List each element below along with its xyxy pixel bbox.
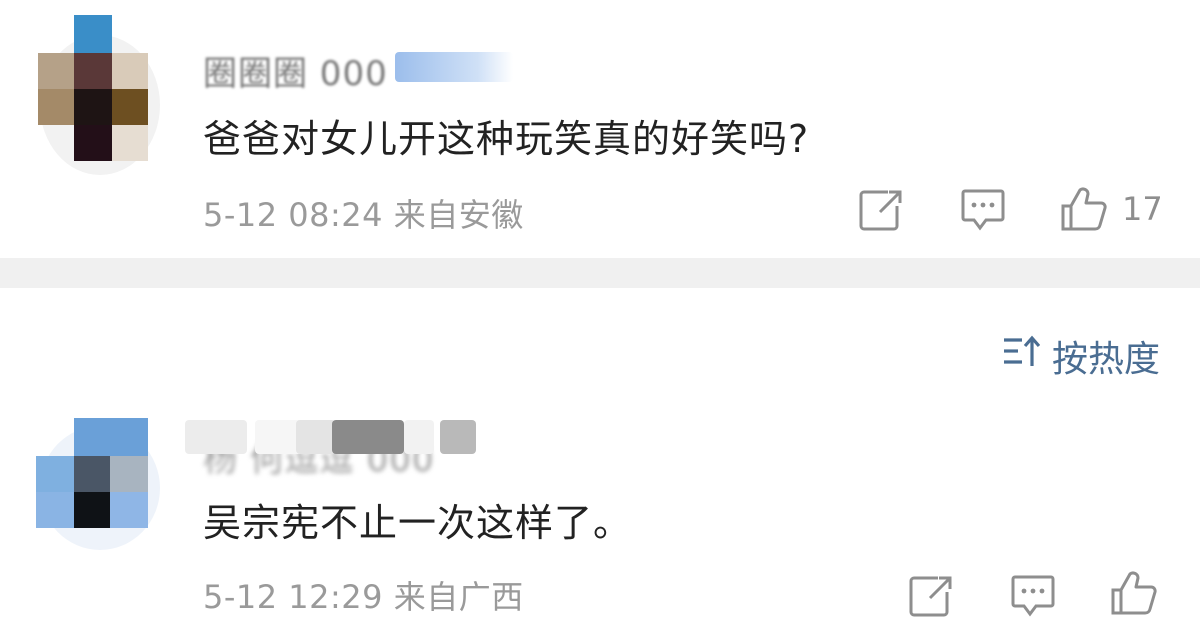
- comment-icon[interactable]: [1010, 574, 1056, 622]
- share-icon[interactable]: [858, 188, 904, 236]
- section-divider: [0, 258, 1200, 288]
- comment-text: 吴宗宪不止一次这样了。: [203, 501, 633, 545]
- avatar[interactable]: [36, 418, 184, 568]
- sort-label: 按热度: [1052, 339, 1161, 380]
- sort-icon: [1002, 335, 1052, 378]
- comment-meta: 5-12 08:24 来自安徽: [203, 196, 524, 234]
- sort-toggle[interactable]: 按热度: [1002, 330, 1160, 382]
- comment-icon[interactable]: [960, 188, 1006, 236]
- like-icon[interactable]: [1110, 570, 1158, 620]
- avatar[interactable]: [38, 15, 186, 175]
- share-icon[interactable]: [908, 574, 954, 622]
- comment-text: 爸爸对女儿开这种玩笑真的好笑吗?: [203, 117, 810, 161]
- comment-meta: 5-12 12:29 来自广西: [203, 578, 524, 616]
- username[interactable]: 圈圈圈 000: [203, 46, 388, 95]
- like-icon[interactable]: [1060, 186, 1108, 236]
- like-count: 17: [1122, 190, 1163, 228]
